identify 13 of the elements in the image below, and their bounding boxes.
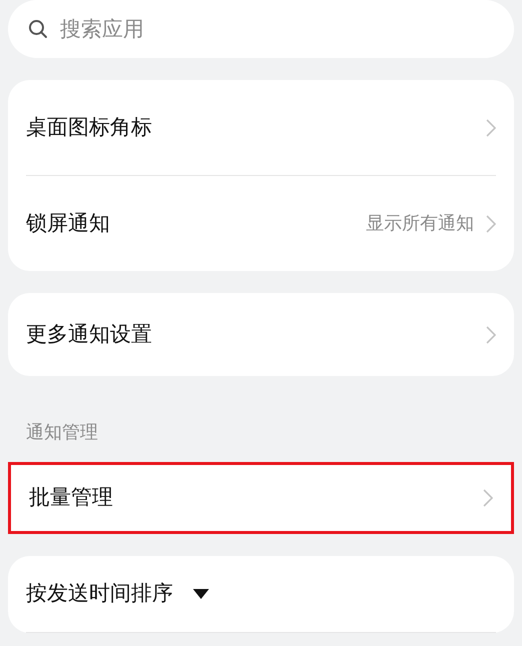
settings-row[interactable]: 批量管理	[8, 462, 514, 534]
settings-row[interactable]: 桌面图标角标	[8, 80, 514, 175]
chevron-right-icon	[486, 326, 496, 344]
settings-row[interactable]: 更多通知设置	[8, 293, 514, 376]
chevron-right-icon	[486, 118, 496, 136]
sort-dropdown[interactable]: 按发送时间排序	[8, 556, 514, 632]
settings-row[interactable]: 锁屏通知 显示所有通知	[8, 176, 514, 271]
row-value: 显示所有通知	[366, 212, 474, 236]
caret-down-icon	[193, 589, 209, 599]
chevron-right-icon	[483, 489, 493, 507]
chevron-right-icon	[486, 214, 496, 232]
search-field[interactable]: 搜索应用	[8, 0, 514, 58]
section-header: 通知管理	[26, 421, 98, 445]
